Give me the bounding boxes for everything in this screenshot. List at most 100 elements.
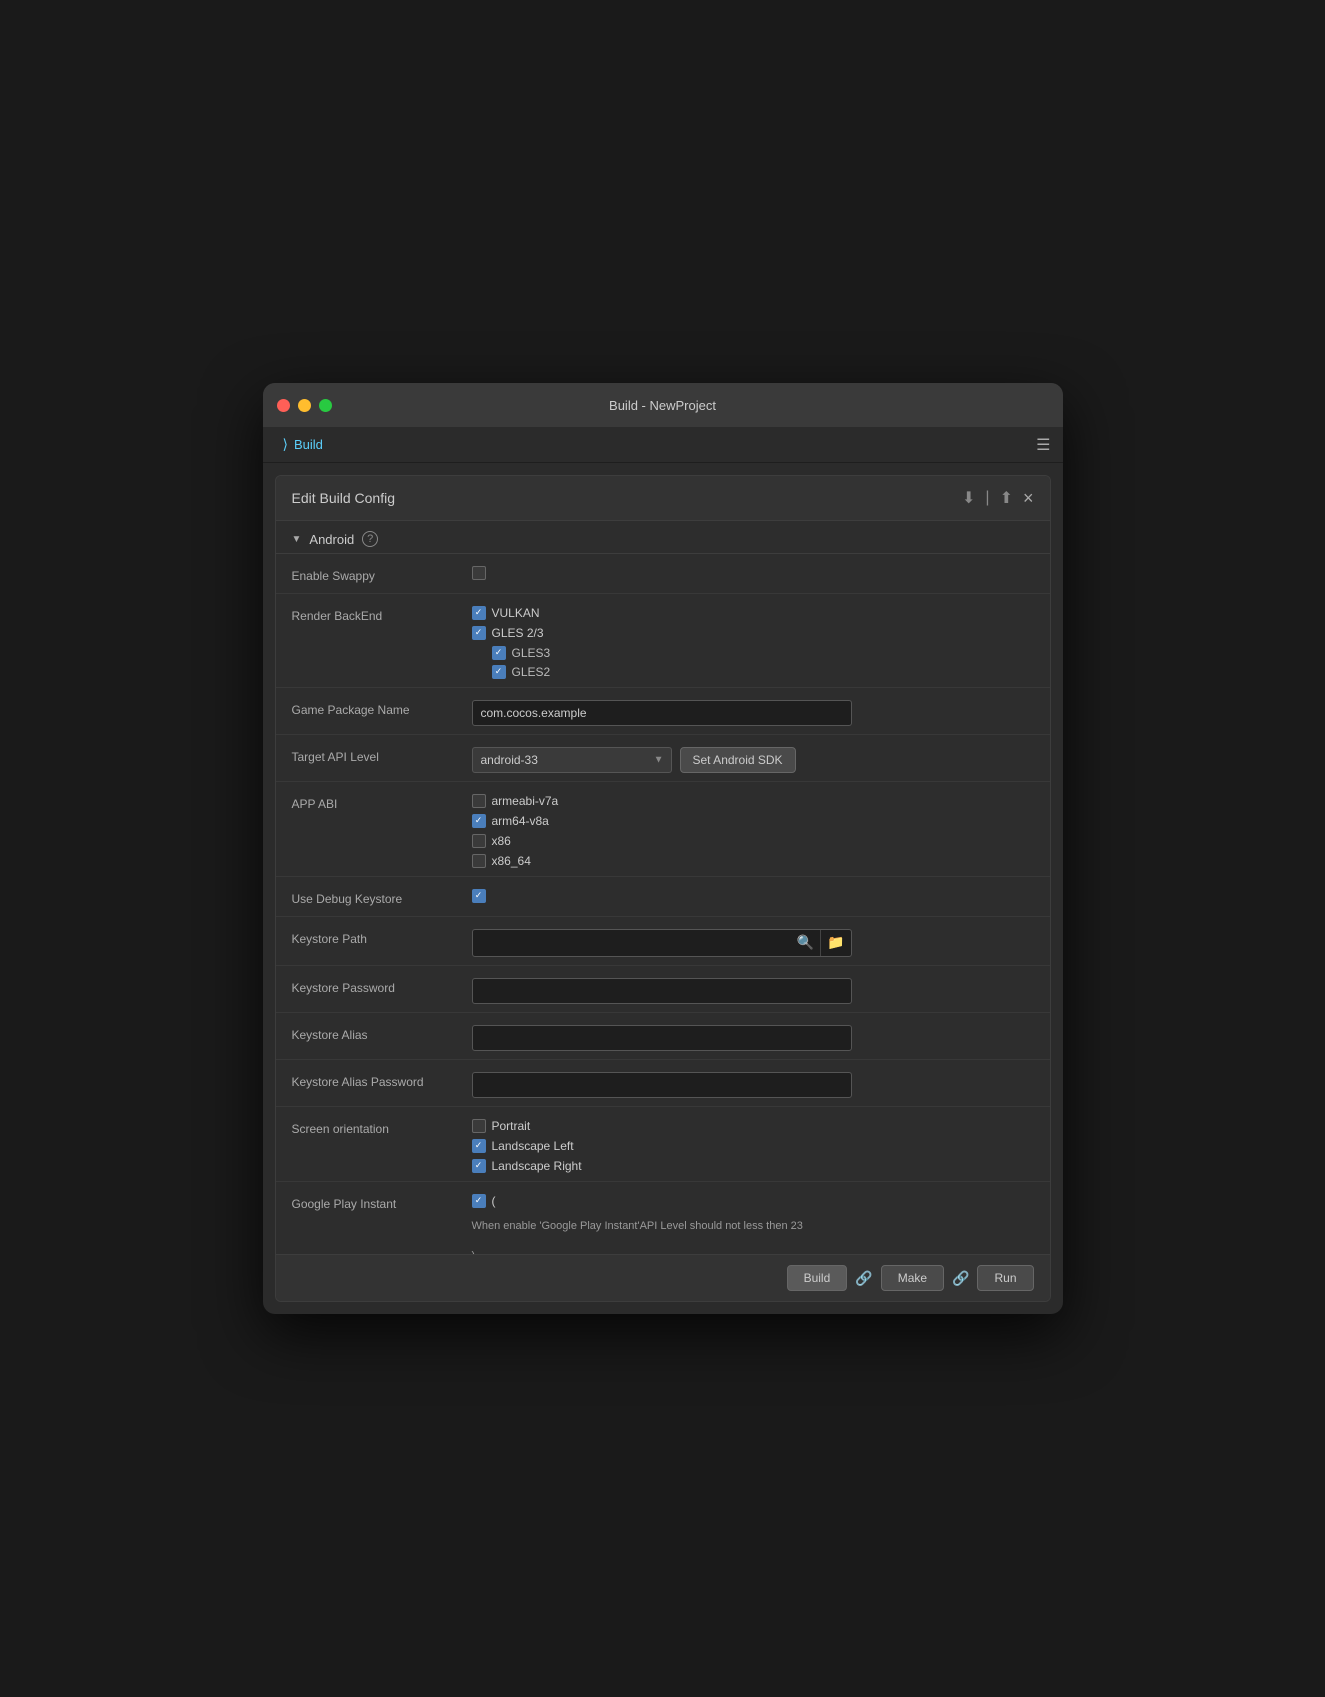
keystore-alias-password-label: Keystore Alias Password (292, 1068, 472, 1091)
import-icon[interactable]: ⬇ (962, 488, 975, 508)
hamburger-menu-icon[interactable]: ☰ (1036, 435, 1050, 455)
landscape-right-checkbox[interactable] (472, 1159, 486, 1173)
keystore-alias-input[interactable] (472, 1025, 852, 1051)
android-section-title: Android (309, 532, 354, 547)
keystore-password-input[interactable] (472, 978, 852, 1004)
divider: | (985, 489, 989, 507)
traffic-lights (277, 399, 332, 412)
target-api-level-select[interactable]: android-33 android-32 android-31 android… (472, 747, 672, 773)
vulkan-checkbox[interactable] (472, 606, 486, 620)
app-abi-label: APP ABI (292, 790, 472, 813)
target-api-level-select-wrapper: android-33 android-32 android-31 android… (472, 747, 672, 773)
target-api-level-row: Target API Level android-33 android-32 a… (276, 735, 1050, 782)
screen-orientation-row: Screen orientation Portrait Landscape Le… (276, 1107, 1050, 1182)
x86-64-checkbox[interactable] (472, 854, 486, 868)
target-api-level-controls: android-33 android-32 android-31 android… (472, 743, 1034, 773)
dialog-title: Edit Build Config (292, 490, 396, 506)
google-play-instant-extra: ( (492, 1194, 496, 1208)
arm64-v8a-label: arm64-v8a (492, 814, 549, 828)
maximize-traffic-light[interactable] (319, 399, 332, 412)
landscape-left-item: Landscape Left (472, 1139, 1034, 1153)
keystore-alias-password-row: Keystore Alias Password (276, 1060, 1050, 1107)
render-backend-row: Render BackEnd VULKAN GLES 2/3 GLES3 (276, 594, 1050, 688)
run-button[interactable]: Run (977, 1265, 1033, 1291)
android-section-header: ▼ Android ? (276, 521, 1050, 554)
title-bar: Build - NewProject (263, 383, 1063, 427)
game-package-name-input[interactable] (472, 700, 852, 726)
tab-build[interactable]: ⟩ Build (275, 432, 331, 457)
portrait-label: Portrait (492, 1119, 531, 1133)
keystore-path-search-icon[interactable]: 🔍 (791, 930, 820, 956)
gles3-checkbox[interactable] (492, 646, 506, 660)
x86-item: x86 (472, 834, 1034, 848)
gles2-label: GLES2 (512, 665, 551, 679)
keystore-path-input[interactable] (473, 930, 791, 956)
help-icon[interactable]: ? (362, 531, 378, 547)
google-play-instant-item: ( (472, 1194, 1034, 1208)
collapse-icon[interactable]: ▼ (292, 534, 302, 545)
minimize-traffic-light[interactable] (298, 399, 311, 412)
app-abi-row: APP ABI armeabi-v7a arm64-v8a x86 (276, 782, 1050, 877)
keystore-password-row: Keystore Password (276, 966, 1050, 1013)
enable-swappy-row: Enable Swappy (276, 554, 1050, 594)
keystore-alias-row: Keystore Alias (276, 1013, 1050, 1060)
google-play-instant-checkbox[interactable] (472, 1194, 486, 1208)
render-backend-controls: VULKAN GLES 2/3 GLES3 GLES2 (472, 602, 1034, 679)
use-debug-keystore-row: Use Debug Keystore (276, 877, 1050, 917)
gles3-item: GLES3 (492, 646, 1034, 660)
keystore-alias-controls (472, 1021, 1034, 1051)
app-abi-controls: armeabi-v7a arm64-v8a x86 x86_64 (472, 790, 1034, 868)
armeabi-v7a-checkbox[interactable] (472, 794, 486, 808)
x86-64-label: x86_64 (492, 854, 531, 868)
enable-swappy-label: Enable Swappy (292, 562, 472, 585)
x86-checkbox[interactable] (472, 834, 486, 848)
enable-swappy-controls (472, 562, 1034, 580)
portrait-checkbox[interactable] (472, 1119, 486, 1133)
screen-orientation-label: Screen orientation (292, 1115, 472, 1138)
x86-label: x86 (492, 834, 511, 848)
window-title: Build - NewProject (609, 398, 716, 413)
make-button[interactable]: Make (881, 1265, 944, 1291)
build-link-icon: 🔗 (855, 1270, 872, 1287)
enable-swappy-checkbox[interactable] (472, 566, 486, 580)
armeabi-v7a-label: armeabi-v7a (492, 794, 559, 808)
gles3-label: GLES3 (512, 646, 551, 660)
keystore-password-label: Keystore Password (292, 974, 472, 997)
form-container: Enable Swappy Render BackEnd VULKAN GLES… (276, 554, 1050, 1254)
portrait-item: Portrait (472, 1119, 1034, 1133)
set-android-sdk-button[interactable]: Set Android SDK (680, 747, 796, 773)
landscape-left-label: Landscape Left (492, 1139, 574, 1153)
x86-64-item: x86_64 (472, 854, 1034, 868)
arm64-v8a-checkbox[interactable] (472, 814, 486, 828)
keystore-password-controls (472, 974, 1034, 1004)
edit-build-config-dialog: Edit Build Config ⬇ | ⬆ × ▼ Android ? En… (275, 475, 1051, 1302)
gles23-checkbox[interactable] (472, 626, 486, 640)
keystore-path-folder-icon[interactable]: 📁 (820, 930, 850, 956)
screen-orientation-controls: Portrait Landscape Left Landscape Right (472, 1115, 1034, 1173)
google-play-instant-label: Google Play Instant (292, 1190, 472, 1213)
keystore-path-row: Keystore Path 🔍 📁 (276, 917, 1050, 966)
arm64-v8a-item: arm64-v8a (472, 814, 1034, 828)
use-debug-keystore-label: Use Debug Keystore (292, 885, 472, 908)
keystore-alias-password-controls (472, 1068, 1034, 1098)
export-icon[interactable]: ⬆ (1000, 488, 1013, 508)
close-button[interactable]: × (1023, 489, 1034, 507)
close-traffic-light[interactable] (277, 399, 290, 412)
keystore-alias-password-input[interactable] (472, 1072, 852, 1098)
landscape-left-checkbox[interactable] (472, 1139, 486, 1153)
landscape-right-item: Landscape Right (472, 1159, 1034, 1173)
google-play-instant-info: When enable 'Google Play Instant'API Lev… (472, 1214, 852, 1239)
dialog-header: Edit Build Config ⬇ | ⬆ × (276, 476, 1050, 521)
gles2-item: GLES2 (492, 665, 1034, 679)
build-button[interactable]: Build (787, 1265, 848, 1291)
tab-build-label: Build (294, 437, 323, 452)
google-play-instant-close-paren: ) (472, 1244, 1034, 1254)
gles-sub-items: GLES3 GLES2 (472, 646, 1034, 679)
game-package-name-row: Game Package Name (276, 688, 1050, 735)
keystore-path-controls: 🔍 📁 (472, 925, 1034, 957)
use-debug-keystore-checkbox[interactable] (472, 889, 486, 903)
armeabi-v7a-item: armeabi-v7a (472, 794, 1034, 808)
build-icon: ⟩ (283, 436, 288, 453)
dialog-header-actions: ⬇ | ⬆ × (962, 488, 1033, 508)
gles2-checkbox[interactable] (492, 665, 506, 679)
